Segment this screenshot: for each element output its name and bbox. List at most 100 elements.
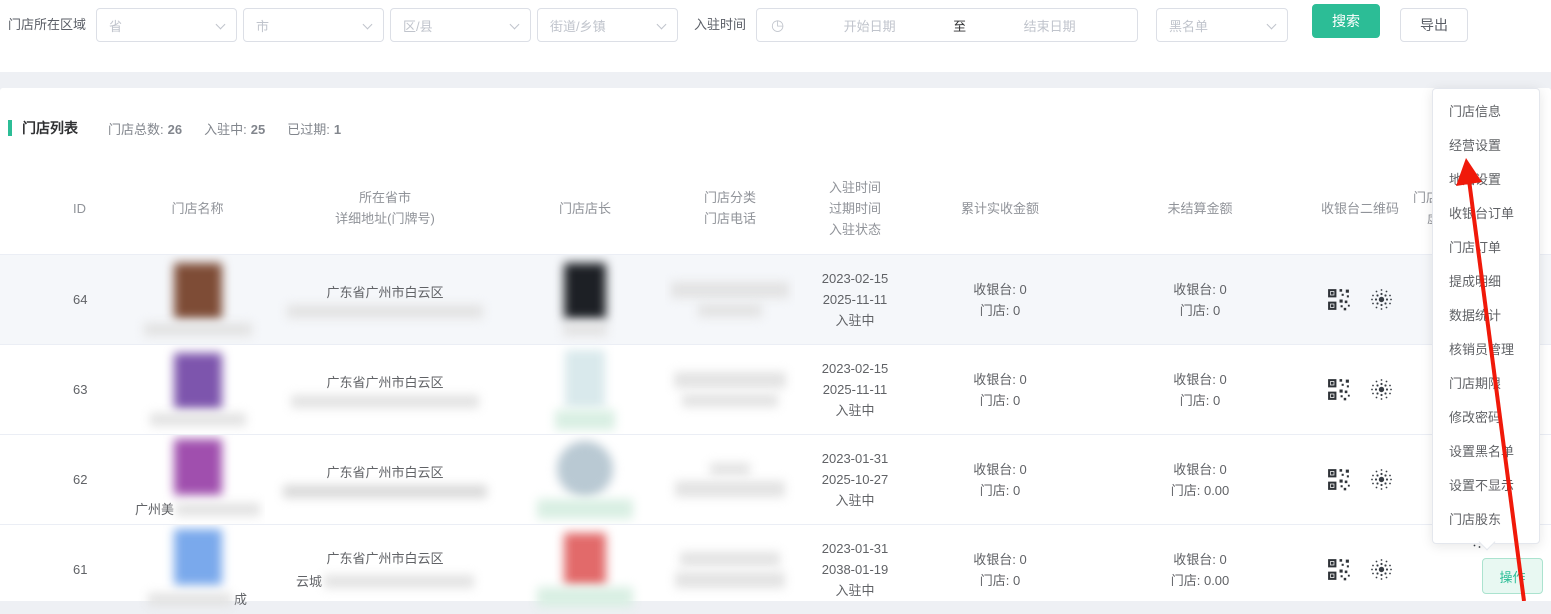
- col-store-name: 门店名称: [130, 162, 265, 254]
- store-location-cell: 广东省广州市白云区: [265, 435, 505, 524]
- menu-item-business-settings[interactable]: 经营设置: [1433, 129, 1539, 163]
- expire-date: 2025-10-27: [822, 469, 889, 490]
- manager-avatar-blurred: [564, 263, 606, 319]
- menu-item-store-shareholders[interactable]: 门店股东: [1433, 503, 1539, 537]
- cashier-qr-cell: [1315, 345, 1405, 434]
- col-id: ID: [0, 162, 130, 254]
- round-qr-icon[interactable]: [1369, 557, 1394, 582]
- menu-item-store-info[interactable]: 门店信息: [1433, 95, 1539, 129]
- square-qr-icon[interactable]: [1326, 377, 1351, 402]
- menu-item-change-password[interactable]: 修改密码: [1433, 401, 1539, 435]
- cashier-amount-value: 0: [1220, 282, 1227, 297]
- district-select[interactable]: 区/县: [390, 8, 531, 42]
- received-amount-cell: 收银台: 0 门店: 0: [915, 435, 1085, 524]
- manager-avatar-blurred: [557, 441, 613, 497]
- unsettled-amount-cell: 收银台: 0 门店: 0.00: [1085, 435, 1315, 524]
- square-qr-icon[interactable]: [1326, 287, 1351, 312]
- round-qr-icon[interactable]: [1369, 467, 1394, 492]
- store-logo-blurred: [174, 353, 222, 409]
- row-actions-button[interactable]: 操作: [1482, 558, 1543, 594]
- expire-date: 2025-11-11: [823, 289, 888, 310]
- menu-item-set-blacklist[interactable]: 设置黑名单: [1433, 435, 1539, 469]
- stat-label: 门店总数:: [108, 122, 164, 137]
- store-id: 62: [0, 435, 130, 524]
- round-qr-icon[interactable]: [1369, 287, 1394, 312]
- phone-blurred: [682, 394, 778, 407]
- store-amount-label: 门店:: [1171, 483, 1201, 498]
- table-row: 63 广东省广州市白云区 2023-02-15 2025-11-11 入驻中: [0, 344, 1551, 434]
- store-id: 64: [0, 255, 130, 344]
- list-header: 门店列表 门店总数:26 入驻中:25 已过期:1: [8, 118, 363, 138]
- phone-blurred: [698, 304, 762, 317]
- col-entry-line2: 过期时间: [829, 198, 881, 219]
- square-qr-icon[interactable]: [1326, 467, 1351, 492]
- store-name-blurred: [148, 593, 232, 606]
- store-address-blurred: [291, 395, 479, 408]
- menu-item-store-term[interactable]: 门店期限: [1433, 367, 1539, 401]
- menu-item-set-hidden[interactable]: 设置不显示: [1433, 469, 1539, 503]
- store-amount-value: 0: [1013, 483, 1020, 498]
- status-badge: 入驻中: [835, 400, 874, 421]
- cashier-amount-value: 0: [1020, 552, 1027, 567]
- street-select-placeholder: 街道/乡镇: [550, 16, 606, 35]
- store-location-cell: 广东省广州市白云区: [265, 255, 505, 344]
- stat-label: 入驻中:: [204, 122, 247, 137]
- store-address-visible: 云城: [296, 571, 322, 592]
- manager-name-blurred: [555, 410, 615, 430]
- chevron-down-icon: [363, 20, 373, 30]
- category-blurred: [671, 282, 789, 298]
- store-name-visible: 广州美: [135, 499, 174, 520]
- menu-item-data-statistics[interactable]: 数据统计: [1433, 299, 1539, 333]
- export-button[interactable]: 导出: [1400, 8, 1468, 42]
- store-address-blurred: [283, 485, 487, 498]
- col-location-line1: 所在省市: [359, 187, 411, 208]
- square-qr-icon[interactable]: [1326, 557, 1351, 582]
- table-row: 64 广东省广州市白云区 2023-02-15 2025-11-11 入驻中: [0, 254, 1551, 344]
- phone-blurred: [675, 572, 785, 588]
- menu-item-map-settings[interactable]: 地图设置: [1433, 163, 1539, 197]
- stat-label: 已过期:: [287, 122, 330, 137]
- status-badge: 入驻中: [835, 490, 874, 511]
- chevron-down-icon: [510, 20, 520, 30]
- store-name-cell: [130, 255, 265, 344]
- city-select[interactable]: 市: [243, 8, 384, 42]
- category-blurred: [680, 552, 780, 566]
- table-header-row: ID 门店名称 所在省市 详细地址(门牌号) 门店店长 门店分类 门店电话 入驻…: [0, 162, 1551, 254]
- store-category-phone-cell: [665, 435, 795, 524]
- col-unsettled-amount: 未结算金额: [1085, 162, 1315, 254]
- entry-date-range-input[interactable]: ◷ 开始日期 至 结束日期: [756, 8, 1138, 42]
- title-accent-bar: [8, 120, 12, 136]
- store-location-cell: 广东省广州市白云区: [265, 345, 505, 434]
- received-amount-cell: 收银台: 0 门店: 0: [915, 255, 1085, 344]
- menu-item-cashier-orders[interactable]: 收银台订单: [1433, 197, 1539, 231]
- store-manager-cell: [505, 255, 665, 344]
- menu-item-store-orders[interactable]: 门店订单: [1433, 231, 1539, 265]
- manager-name-blurred: [537, 587, 633, 607]
- store-amount-label: 门店:: [1180, 393, 1210, 408]
- col-manager: 门店店长: [505, 162, 665, 254]
- menu-item-verifier-management[interactable]: 核销员管理: [1433, 333, 1539, 367]
- search-button[interactable]: 搜索: [1312, 4, 1380, 38]
- stat-value: 25: [251, 122, 265, 137]
- col-category-line2: 门店电话: [704, 208, 756, 229]
- menu-item-commission-details[interactable]: 提成明细: [1433, 265, 1539, 299]
- store-category-phone-cell: [665, 255, 795, 344]
- round-qr-icon[interactable]: [1369, 377, 1394, 402]
- chevron-down-icon: [657, 20, 667, 30]
- blacklist-select[interactable]: 黑名单: [1156, 8, 1288, 42]
- street-select[interactable]: 街道/乡镇: [537, 8, 678, 42]
- cashier-qr-cell: [1315, 255, 1405, 344]
- entry-date: 2023-02-15: [822, 268, 889, 289]
- col-received-amount: 累计实收金额: [915, 162, 1085, 254]
- district-select-placeholder: 区/县: [403, 16, 433, 35]
- store-name-cell: 广州美: [130, 435, 265, 524]
- store-name-visible: 成: [234, 589, 247, 610]
- province-select[interactable]: 省: [96, 8, 237, 42]
- cashier-amount-label: 收银台:: [1173, 372, 1216, 387]
- cashier-amount-label: 收银台:: [1173, 462, 1216, 477]
- col-cashier-qr: 收银台二维码: [1315, 162, 1405, 254]
- end-date-placeholder: 结束日期: [970, 16, 1129, 35]
- row-actions-menu: 门店信息 经营设置 地图设置 收银台订单 门店订单 提成明细 数据统计 核销员管…: [1432, 88, 1540, 544]
- city-select-placeholder: 市: [256, 16, 269, 35]
- store-list-panel: 门店列表 门店总数:26 入驻中:25 已过期:1 ID 门店名称 所在省市 详…: [0, 88, 1551, 601]
